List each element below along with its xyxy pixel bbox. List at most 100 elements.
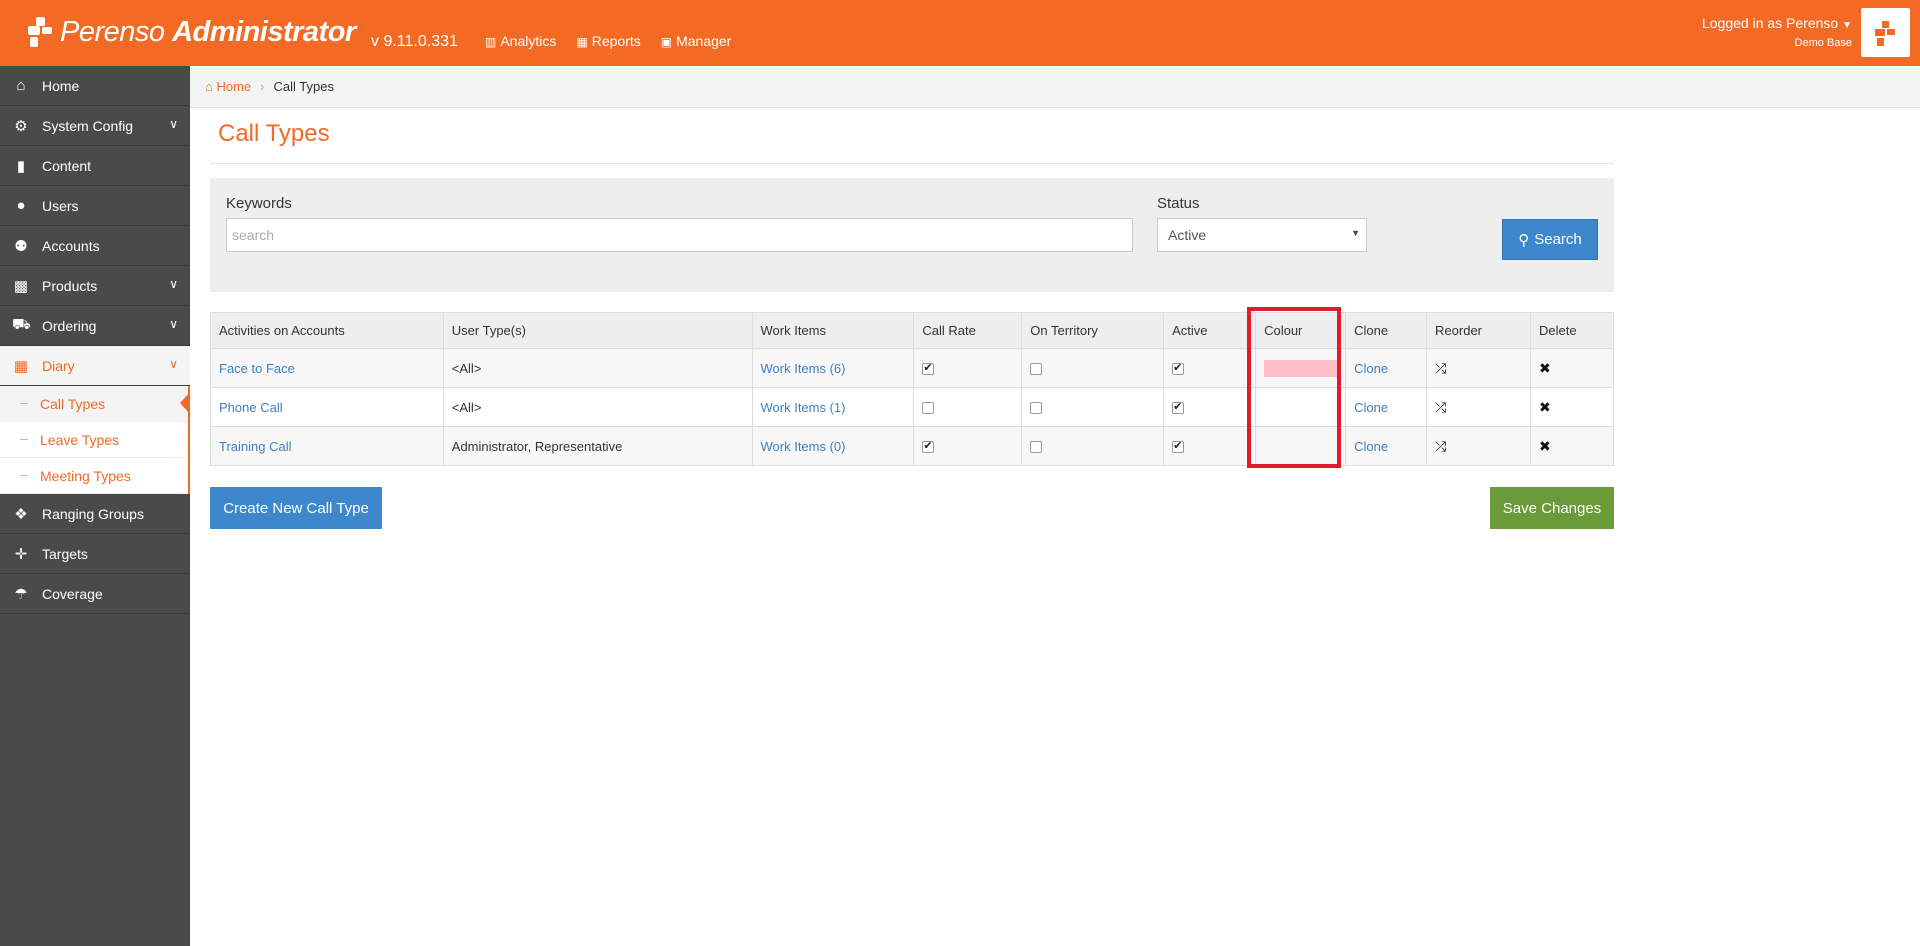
sidebar-item-label: Users <box>42 197 79 214</box>
call-type-link[interactable]: Face to Face <box>219 361 295 376</box>
colour-swatch[interactable] <box>1264 359 1338 377</box>
shuffle-icon[interactable]: ⤮ <box>1435 360 1446 376</box>
briefcase-icon: ▣ <box>660 35 673 49</box>
sidebar-item-accounts[interactable]: ⚉ Accounts <box>0 226 190 266</box>
chart-icon: ▥ <box>485 35 497 49</box>
user-menu[interactable]: Logged in as Perenso ▼ Demo Base <box>1702 15 1852 49</box>
user-icon: ● <box>16 197 26 214</box>
keywords-label: Keywords <box>226 195 292 212</box>
clone-link[interactable]: Clone <box>1354 400 1388 415</box>
colour-swatch[interactable] <box>1264 399 1337 416</box>
table-row: Face to Face <All> Work Items (6) Clone … <box>210 348 1615 388</box>
status-select[interactable]: Active ▼ <box>1157 218 1367 252</box>
nav-manager[interactable]: ▣ Manager <box>661 33 732 49</box>
sidebar-item-label: Ranging Groups <box>42 505 144 522</box>
home-icon: ⌂ <box>16 77 26 94</box>
crosshairs-icon: ✛ <box>14 545 28 563</box>
col-clone: Clone <box>1345 312 1428 349</box>
sidebar-item-system-config[interactable]: ⚙ System Config ∨ <box>0 106 190 146</box>
save-changes-button[interactable]: Save Changes <box>1490 487 1614 529</box>
search-panel: Keywords Status Active ▼ ⚲ Search <box>210 178 1614 292</box>
users-icon: ⚉ <box>14 237 28 255</box>
clone-link[interactable]: Clone <box>1354 439 1388 454</box>
col-colour: Colour <box>1255 312 1347 349</box>
breadcrumb: ⌂ Home › Call Types <box>190 66 1920 108</box>
table-icon: ▦ <box>576 35 588 49</box>
version-label: v 9.11.0.331 <box>371 33 458 50</box>
col-on-territory: On Territory <box>1021 312 1165 349</box>
on-territory-checkbox[interactable] <box>1030 363 1043 376</box>
sidebar-item-label: Accounts <box>42 237 100 254</box>
call-rate-checkbox[interactable] <box>922 439 935 454</box>
caret-down-icon: ▼ <box>1842 20 1852 31</box>
nav-analytics[interactable]: ▥ Analytics <box>485 33 556 49</box>
active-checkbox[interactable] <box>1172 400 1185 415</box>
file-icon: ▮ <box>16 157 26 175</box>
on-territory-checkbox[interactable] <box>1030 402 1043 415</box>
sidebar-item-content[interactable]: ▮ Content <box>0 146 190 186</box>
chevron-down-icon: ∨ <box>169 117 178 131</box>
chevron-down-icon: ∨ <box>169 277 178 291</box>
keywords-input[interactable] <box>226 218 1133 252</box>
table-row: Phone Call <All> Work Items (1) Clone ⤮ … <box>210 387 1615 427</box>
search-button[interactable]: ⚲ Search <box>1502 219 1598 260</box>
col-user-types: User Type(s) <box>442 312 753 349</box>
sidebar-item-label: Content <box>42 157 92 174</box>
perenso-logo[interactable]: Perenso Administrator <box>26 10 356 54</box>
chevron-down-icon: ∨ <box>169 317 178 331</box>
sidebar-subitem-call-types[interactable]: Call Types <box>0 386 190 422</box>
sidebar-item-targets[interactable]: ✛ Targets <box>0 534 190 574</box>
call-type-link[interactable]: Phone Call <box>219 400 283 415</box>
chevron-down-icon: ∨ <box>169 357 178 371</box>
work-items-link[interactable]: Work Items (6) <box>761 361 846 376</box>
sidebar-item-coverage[interactable]: ☂ Coverage <box>0 574 190 614</box>
sidebar-item-label: Diary <box>42 357 75 374</box>
call-rate-checkbox[interactable] <box>922 402 935 415</box>
brand-light: Perenso <box>60 15 173 48</box>
sidebar-item-ordering[interactable]: ⛟ Ordering ∨ <box>0 306 190 346</box>
breadcrumb-home[interactable]: ⌂ Home <box>205 79 251 94</box>
sidebar-item-label: Targets <box>42 545 88 562</box>
call-rate-checkbox[interactable] <box>922 361 935 376</box>
delete-icon[interactable]: ✖ <box>1539 360 1551 376</box>
nav-reports[interactable]: ▦ Reports <box>576 33 640 49</box>
shuffle-icon[interactable]: ⤮ <box>1435 438 1446 454</box>
sidebar-item-diary[interactable]: ▦ Diary ∨ <box>0 346 190 386</box>
user-avatar[interactable] <box>1861 8 1910 57</box>
search-button-label: Search <box>1534 231 1582 248</box>
sidebar-item-products[interactable]: ▩ Products ∨ <box>0 266 190 306</box>
active-checkbox[interactable] <box>1172 439 1185 454</box>
delete-icon[interactable]: ✖ <box>1539 399 1551 415</box>
gear-icon: ⚙ <box>14 117 28 135</box>
sidebar-item-label: Products <box>42 277 98 294</box>
breadcrumb-current: Call Types <box>273 79 334 94</box>
logo-mark-icon <box>26 15 56 49</box>
status-label: Status <box>1157 195 1200 212</box>
sidebar-item-ranging-groups[interactable]: ❖ Ranging Groups <box>0 494 190 534</box>
call-types-table: Activities on Accounts User Type(s) Work… <box>210 312 1615 466</box>
create-call-type-button[interactable]: Create New Call Type <box>210 487 382 529</box>
cart-icon: ⛟ <box>12 316 31 333</box>
home-icon: ⌂ <box>205 79 213 94</box>
page-title: Call Types <box>218 120 330 147</box>
call-type-link[interactable]: Training Call <box>219 439 292 454</box>
user-types-cell: Administrator, Representative <box>442 426 753 466</box>
sidebar-subitem-leave-types[interactable]: Leave Types <box>0 422 188 458</box>
active-checkbox[interactable] <box>1172 361 1185 376</box>
colour-swatch[interactable] <box>1264 438 1337 455</box>
sidebar-subitem-meeting-types[interactable]: Meeting Types <box>0 458 188 494</box>
work-items-link[interactable]: Work Items (1) <box>761 400 846 415</box>
on-territory-checkbox[interactable] <box>1030 441 1043 454</box>
delete-icon[interactable]: ✖ <box>1539 438 1551 454</box>
clone-link[interactable]: Clone <box>1354 361 1388 376</box>
chevron-right-icon: › <box>260 79 265 94</box>
work-items-link[interactable]: Work Items (0) <box>761 439 846 454</box>
table-header-row: Activities on Accounts User Type(s) Work… <box>210 312 1615 349</box>
sidebar-item-users[interactable]: ● Users <box>0 186 190 226</box>
sidebar-item-home[interactable]: ⌂ Home <box>0 66 190 106</box>
shuffle-icon[interactable]: ⤮ <box>1435 399 1446 415</box>
avatar-logo-icon <box>1873 19 1899 47</box>
top-bar: Perenso Administrator v 9.11.0.331 ▥ Anal… <box>0 0 1920 66</box>
nav-manager-label: Manager <box>676 33 732 49</box>
user-types-cell: <All> <box>442 348 753 388</box>
